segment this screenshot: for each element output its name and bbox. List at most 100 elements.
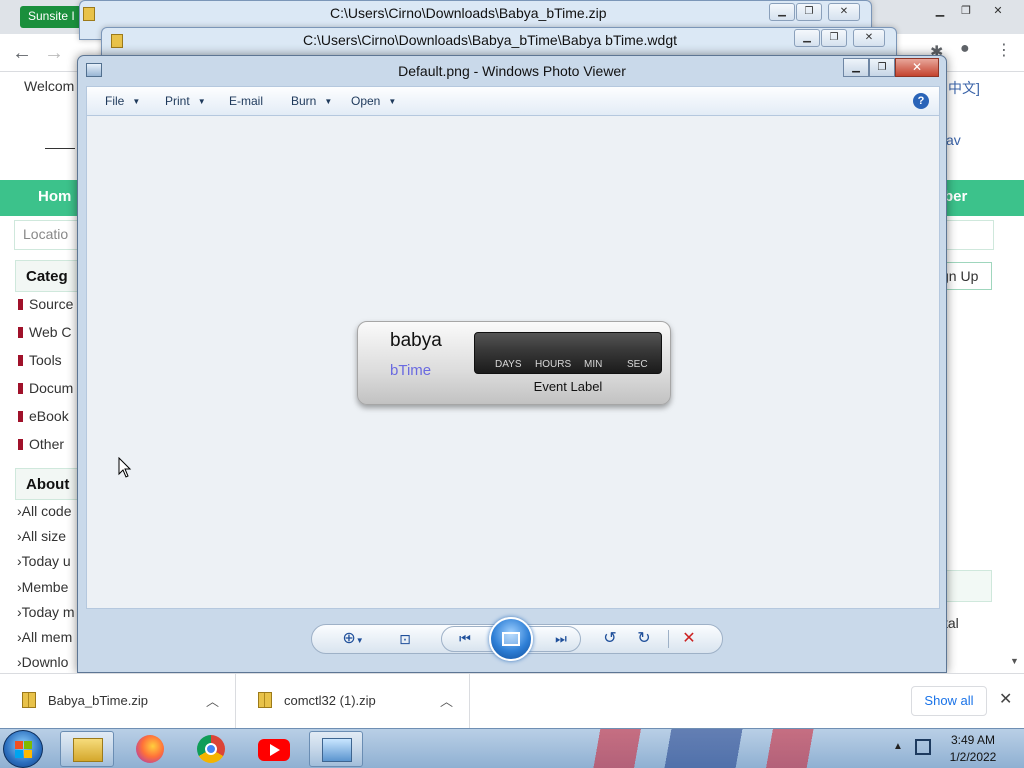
- windows-logo-part: [24, 741, 32, 749]
- menu-burn[interactable]: Burn ▼: [291, 94, 332, 108]
- browser-close-icon[interactable]: ✕: [984, 2, 1012, 20]
- play-icon: [270, 744, 280, 756]
- show-hidden-icons-icon[interactable]: ▲: [893, 741, 903, 752]
- download-filename: comctl32 (1).zip: [284, 693, 376, 708]
- browser-tab[interactable]: Sunsite I: [20, 6, 83, 28]
- browser-maximize-icon[interactable]: ❐: [952, 2, 980, 20]
- start-button[interactable]: [3, 730, 43, 768]
- chevron-up-icon[interactable]: ︿: [440, 691, 453, 710]
- taskbar-chrome[interactable]: [185, 731, 239, 767]
- viewer-title: Default.png - Windows Photo Viewer: [398, 63, 626, 79]
- windows-logo-icon: [15, 741, 23, 749]
- photo-viewer-window[interactable]: Default.png - Windows Photo Viewer ▁ ❐ ✕…: [77, 55, 947, 673]
- close-download-bar-icon[interactable]: ✕: [999, 689, 1012, 709]
- categories-heading: Categ: [15, 260, 85, 292]
- next-icon[interactable]: ⏭: [546, 627, 576, 651]
- zip-file-icon: [258, 692, 272, 708]
- clock-time[interactable]: 3:49 AM: [935, 733, 1011, 747]
- category-item[interactable]: eBook: [18, 408, 69, 424]
- rotate-clockwise-icon[interactable]: ↻: [632, 627, 656, 651]
- menu-print[interactable]: Print ▼: [165, 94, 206, 108]
- show-all-button[interactable]: Show all: [911, 686, 987, 716]
- chrome-icon: [197, 735, 225, 763]
- countdown-panel: DAYS HOURS MIN SEC: [474, 332, 662, 374]
- wdgt-minimize-icon[interactable]: ▁: [794, 29, 820, 47]
- wdgt-window-title: C:\Users\Cirno\Downloads\Babya_bTime\Bab…: [303, 32, 678, 48]
- youtube-icon: [258, 739, 290, 761]
- header-right-link[interactable]: av: [946, 132, 961, 148]
- category-item[interactable]: Tools: [18, 352, 62, 368]
- viewer-maximize-icon[interactable]: ❐: [869, 58, 895, 77]
- header-divider: [45, 148, 75, 149]
- category-item[interactable]: Source: [18, 296, 73, 312]
- welcome-text: Welcom: [24, 78, 75, 94]
- category-item[interactable]: Web C: [18, 324, 72, 340]
- taskbar-explorer[interactable]: [60, 731, 114, 767]
- about-item: ›Downlo: [17, 654, 69, 670]
- chevron-up-icon[interactable]: ︿: [206, 691, 219, 710]
- category-item[interactable]: Other: [18, 436, 64, 452]
- viewer-menubar: File ▼ Print ▼ E-mail Burn ▼ Open ▼ ?: [86, 86, 940, 116]
- slideshow-button[interactable]: [489, 617, 533, 661]
- previous-icon[interactable]: ⏮: [450, 627, 480, 651]
- actual-size-icon[interactable]: ⊡: [392, 627, 418, 651]
- menu-open[interactable]: Open ▼: [351, 94, 396, 108]
- menu-email[interactable]: E-mail: [229, 94, 263, 108]
- widget-name-line2: bTime: [390, 362, 432, 379]
- sign-up-box[interactable]: gn Up: [940, 262, 992, 290]
- about-item: ›All code: [17, 503, 72, 519]
- right-panel-box: [946, 570, 992, 602]
- folder-icon: [111, 34, 123, 48]
- taskbar-youtube[interactable]: [247, 731, 301, 767]
- back-arrow-icon[interactable]: ←: [12, 42, 32, 65]
- photo-viewer-icon: [322, 738, 352, 762]
- download-filename: Babya_bTime.zip: [48, 693, 148, 708]
- zoom-icon[interactable]: ⊕▼: [336, 627, 370, 651]
- wdgt-maximize-icon[interactable]: ❐: [821, 29, 847, 47]
- about-item: ›Membe: [17, 579, 69, 595]
- nav-home-link[interactable]: Hom: [38, 188, 71, 205]
- taskbar: ▲ 3:49 AM 1/2/2022: [0, 728, 1024, 768]
- viewer-close-icon[interactable]: ✕: [895, 58, 939, 77]
- browser-menu-icon[interactable]: ⋮: [996, 40, 1012, 60]
- displayed-widget-image: babya bTime DAYS HOURS MIN SEC Event Lab…: [357, 321, 671, 405]
- zip-close-icon[interactable]: ✕: [828, 3, 860, 21]
- folder-icon: [83, 7, 95, 21]
- forward-arrow-icon[interactable]: →: [44, 42, 64, 65]
- bullet-icon: [18, 327, 23, 338]
- firefox-icon: [136, 735, 164, 763]
- folder-icon: [73, 738, 103, 762]
- image-canvas[interactable]: babya bTime DAYS HOURS MIN SEC Event Lab…: [86, 116, 940, 609]
- zip-minimize-icon[interactable]: ▁: [769, 3, 795, 21]
- download-bar: Babya_bTime.zip ︿ comctl32 (1).zip ︿ Sho…: [0, 673, 1024, 729]
- download-item[interactable]: Babya_bTime.zip ︿: [0, 674, 236, 729]
- clock-date[interactable]: 1/2/2022: [935, 750, 1011, 764]
- taskbar-photo-viewer[interactable]: [309, 731, 363, 767]
- unit-hours: HOURS: [535, 359, 572, 370]
- profile-icon[interactable]: ●: [960, 40, 970, 58]
- windows-logo-part: [24, 750, 32, 758]
- chevron-down-icon: ▼: [132, 97, 141, 106]
- nav-member-link[interactable]: ber: [944, 188, 967, 205]
- divider: [668, 630, 669, 648]
- unit-min: MIN: [584, 359, 603, 370]
- taskbar-firefox[interactable]: [124, 731, 178, 767]
- scroll-down-arrow-icon[interactable]: ▼: [1010, 656, 1019, 666]
- category-item[interactable]: Docum: [18, 380, 73, 396]
- slideshow-icon: [502, 632, 520, 646]
- zip-maximize-icon[interactable]: ❐: [796, 3, 822, 21]
- help-icon[interactable]: ?: [913, 93, 929, 109]
- viewer-minimize-icon[interactable]: ▁: [843, 58, 869, 77]
- network-icon[interactable]: [915, 739, 931, 755]
- rotate-counterclockwise-icon[interactable]: ↺: [598, 627, 622, 651]
- browser-minimize-icon[interactable]: ▁: [926, 2, 954, 20]
- menu-file[interactable]: File ▼: [105, 94, 140, 108]
- language-link[interactable]: 中文]: [948, 78, 980, 98]
- download-item[interactable]: comctl32 (1).zip ︿: [236, 674, 470, 729]
- delete-icon[interactable]: ✕: [676, 627, 702, 651]
- bullet-icon: [18, 411, 23, 422]
- event-label: Event Label: [533, 379, 603, 394]
- bullet-icon: [18, 439, 23, 450]
- wdgt-close-icon[interactable]: ✕: [853, 29, 885, 47]
- viewer-titlebar[interactable]: Default.png - Windows Photo Viewer ▁ ❐ ✕: [78, 56, 946, 86]
